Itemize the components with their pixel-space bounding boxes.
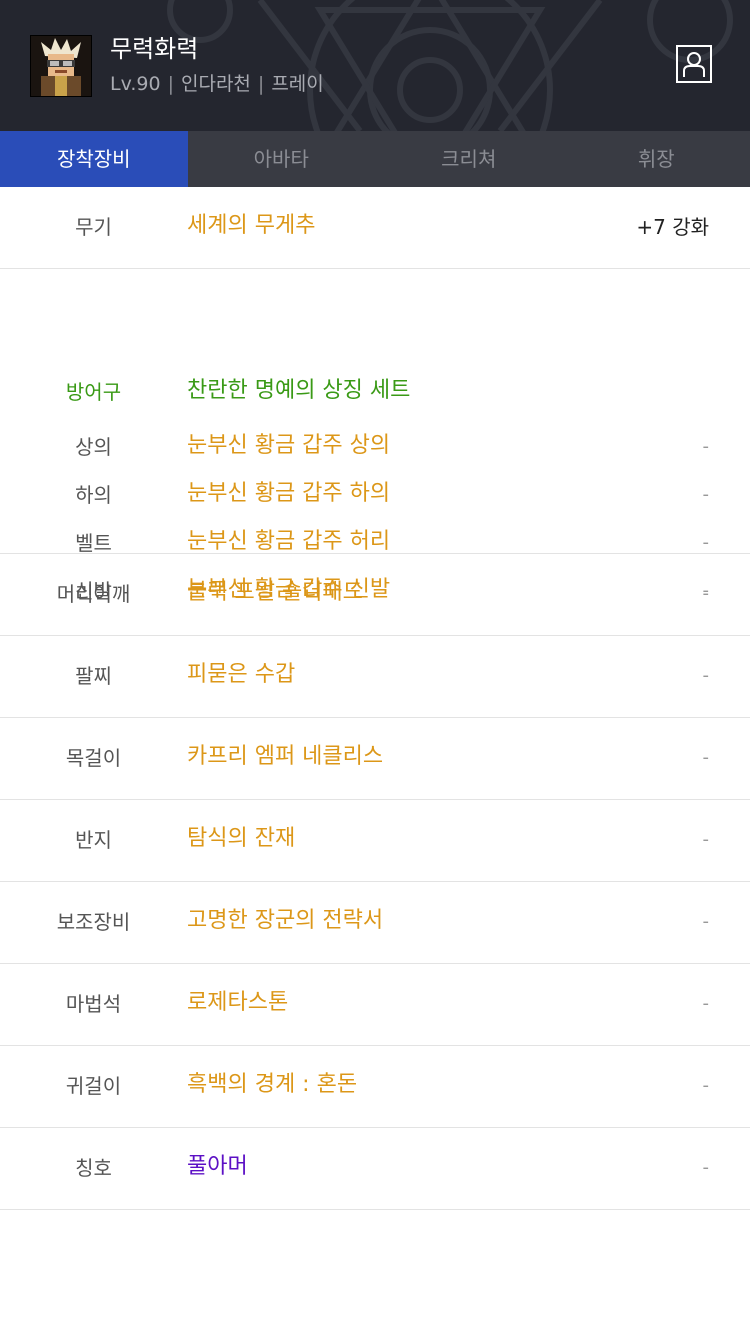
item-extra: - [702, 436, 710, 457]
character-header: 무력화력 Lv.90 | 인다라천 | 프레이 [0, 0, 750, 131]
character-job: 프레이 [271, 73, 324, 95]
character-name: 무력화력 [110, 35, 199, 63]
separator: | [167, 73, 174, 95]
set-name: 찬란한 명예의 상징 세트 [187, 378, 411, 403]
item-extra: - [702, 665, 710, 686]
item-name: 세계의 무게추 [187, 213, 316, 238]
item-name: 로제타스톤 [187, 990, 289, 1015]
slot-label-armor: 방어구 [65, 380, 122, 404]
item-name: 블랙 포멀 숄더패드 [187, 580, 363, 605]
item-name: 풀아머 [187, 1154, 248, 1179]
equipment-row-shoulder[interactable]: 머리어깨 블랙 포멀 숄더패드 - [0, 554, 750, 636]
item-name: 카프리 엠퍼 네클리스 [187, 744, 384, 769]
tab-emblem[interactable]: 휘장 [563, 131, 750, 187]
item-name: 고명한 장군의 전략서 [187, 908, 384, 933]
equipment-list: 무기 세계의 무게추 +7 강화 방어구 찬란한 명예의 상징 세트 상의 눈부… [0, 187, 750, 1210]
item-extra: - [702, 1075, 710, 1096]
item-name[interactable]: 눈부신 황금 갑주 허리 [187, 527, 390, 557]
equipment-row-necklace[interactable]: 목걸이 카프리 엠퍼 네클리스 - [0, 718, 750, 800]
armor-set-section: 방어구 찬란한 명예의 상징 세트 상의 눈부신 황금 갑주 상의 - 하의 눈… [0, 269, 750, 603]
reinforce-level: +7 강화 [636, 215, 709, 239]
character-level: Lv.90 [110, 73, 161, 95]
item-name[interactable]: 눈부신 황금 갑주 상의 [187, 431, 390, 461]
slot-label: 칭호 [75, 1156, 112, 1180]
slot-label: 목걸이 [65, 746, 122, 770]
equipment-row-ring[interactable]: 반지 탐식의 잔재 - [0, 800, 750, 882]
item-name: 흑백의 경계 : 혼돈 [187, 1072, 358, 1097]
equipment-row-bracelet[interactable]: 팔찌 피묻은 수갑 - [0, 636, 750, 718]
slot-label: 무기 [75, 215, 112, 239]
equipment-tabs: 장착장비 아바타 크리쳐 휘장 [0, 131, 750, 187]
profile-card-button[interactable] [676, 45, 712, 83]
equipment-row-title[interactable]: 칭호 풀아머 - [0, 1128, 750, 1210]
character-avatar [30, 35, 92, 97]
header-emblem-pattern [167, 0, 733, 131]
item-name: 탐식의 잔재 [187, 826, 296, 851]
profile-card-icon [683, 52, 705, 77]
item-extra: - [702, 484, 710, 505]
character-server: 인다라천 [180, 73, 251, 95]
slot-label: 귀걸이 [65, 1074, 122, 1098]
item-extra: - [702, 829, 710, 850]
slot-label: 보조장비 [56, 910, 131, 934]
item-name[interactable]: 눈부신 황금 갑주 하의 [187, 479, 390, 509]
item-extra: - [702, 911, 710, 932]
slot-label: 상의 [75, 435, 112, 459]
slot-label: 하의 [75, 483, 112, 507]
equipment-row-sub-weapon[interactable]: 보조장비 고명한 장군의 전략서 - [0, 882, 750, 964]
item-extra: - [702, 993, 710, 1014]
slot-label: 마법석 [65, 992, 122, 1016]
slot-label: 반지 [75, 828, 112, 852]
item-extra: - [702, 747, 710, 768]
tab-avatar[interactable]: 아바타 [188, 131, 376, 187]
equipment-row-magic-stone[interactable]: 마법석 로제타스톤 - [0, 964, 750, 1046]
item-extra: - [702, 1157, 710, 1178]
slot-label: 벨트 [75, 531, 112, 555]
item-extra: - [702, 583, 710, 604]
equipment-row-weapon[interactable]: 무기 세계의 무게추 +7 강화 [0, 187, 750, 269]
slot-label: 머리어깨 [56, 582, 131, 606]
item-extra: - [702, 532, 710, 553]
separator: | [257, 73, 265, 95]
slot-label: 팔찌 [75, 664, 112, 688]
tab-equipment[interactable]: 장착장비 [0, 131, 188, 187]
equipment-row-earring[interactable]: 귀걸이 흑백의 경계 : 혼돈 - [0, 1046, 750, 1128]
character-info: Lv.90 | 인다라천 | 프레이 [110, 71, 324, 97]
item-name: 피묻은 수갑 [187, 662, 296, 687]
tab-creature[interactable]: 크리쳐 [375, 131, 563, 187]
